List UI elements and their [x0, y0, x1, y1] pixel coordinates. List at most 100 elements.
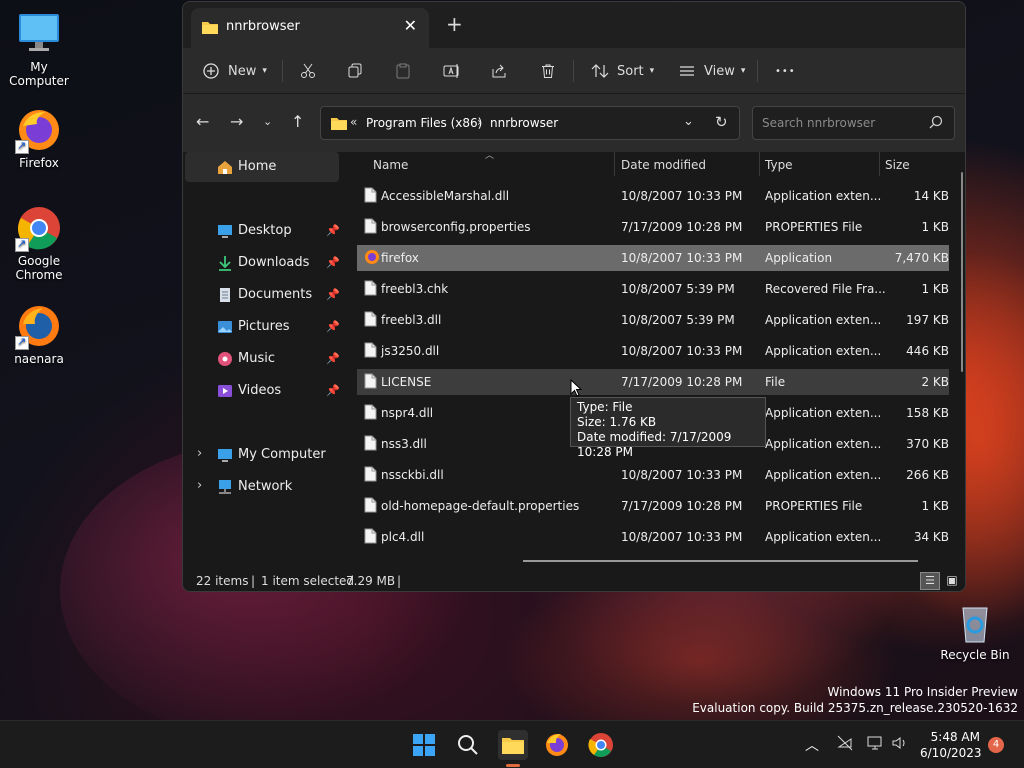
file-row[interactable]: nssckbi.dll 10/8/2007 10:33 PM Application…	[357, 462, 949, 488]
copy-icon	[347, 63, 363, 79]
details-view-icon[interactable]: ☰	[920, 572, 940, 590]
search-icon[interactable]	[929, 115, 943, 132]
file-name: plc4.dll	[381, 530, 425, 544]
file-explorer-taskbar-icon[interactable]	[498, 730, 528, 760]
file-row[interactable]: freebl3.dll 10/8/2007 5:39 PM Application …	[357, 307, 949, 333]
view-button[interactable]: View ▾	[679, 48, 745, 94]
file-row[interactable]: LICENSE 7/17/2009 10:28 PM File 2 KB	[357, 369, 949, 395]
column-header-size[interactable]: Size	[885, 152, 955, 176]
volume-icon[interactable]	[891, 734, 909, 755]
file-icon	[364, 187, 377, 203]
file-row[interactable]: AccessibleMarshal.dll 10/8/2007 10:33 PM A…	[357, 183, 949, 209]
column-header-label: Date modified	[621, 158, 707, 172]
file-name: nspr4.dll	[381, 406, 434, 420]
sidebar-item-documents[interactable]: Documents 📌	[185, 280, 340, 310]
file-row[interactable]: js3250.dll 10/8/2007 10:33 PM Application …	[357, 338, 949, 364]
pin-icon[interactable]: 📌	[326, 384, 340, 397]
sidebar-item-home[interactable]: Home	[185, 152, 339, 182]
column-header-type[interactable]: Type	[765, 152, 877, 176]
pin-icon[interactable]: 📌	[326, 320, 340, 333]
close-tab-icon[interactable]: ✕	[404, 16, 417, 35]
column-header-date[interactable]: Date modified	[621, 152, 757, 176]
file-row[interactable]: plc4.dll 10/8/2007 10:33 PM Application ex…	[357, 524, 949, 550]
shortcut-arrow-icon	[15, 139, 29, 154]
clock-time[interactable]: 5:48 AM	[930, 730, 980, 744]
sidebar-item-music[interactable]: Music 📌	[185, 344, 340, 374]
breadcrumb-item-current[interactable]: nnrbrowser	[490, 116, 558, 130]
chevron-right-icon[interactable]: ›	[197, 478, 202, 493]
delete-button[interactable]	[540, 48, 556, 94]
notification-badge[interactable]: 4	[988, 737, 1004, 753]
chevron-down-icon[interactable]: ⌄	[263, 115, 272, 128]
desktop-icon	[217, 223, 233, 239]
monitor-icon	[217, 447, 233, 463]
vertical-scrollbar[interactable]	[961, 172, 963, 372]
sidebar-item-videos[interactable]: Videos 📌	[185, 376, 340, 406]
sidebar-item-my-computer[interactable]: › My Computer	[185, 440, 339, 470]
file-size: 1 KB	[921, 499, 949, 513]
chevron-up-icon[interactable]: ︿	[805, 735, 819, 755]
copy-button[interactable]	[347, 48, 363, 94]
column-header-label: Type	[765, 158, 793, 172]
back-arrow-icon[interactable]: ←	[196, 112, 209, 131]
pin-icon[interactable]: 📌	[326, 288, 340, 301]
pin-icon[interactable]: 📌	[326, 224, 340, 237]
clock-date[interactable]: 6/10/2023	[920, 746, 982, 760]
column-divider[interactable]	[759, 152, 760, 176]
watermark-line: Evaluation copy. Build 25375.zn_release.…	[692, 701, 1018, 715]
display-icon[interactable]	[866, 734, 884, 755]
search-box[interactable]: Search nnrbrowser	[752, 106, 955, 140]
paste-button[interactable]	[395, 48, 411, 94]
column-header-name[interactable]: Name	[373, 152, 613, 176]
breadcrumb-overflow[interactable]: «	[350, 115, 357, 129]
sidebar-item-network[interactable]: › Network	[185, 472, 339, 502]
pin-icon[interactable]: 📌	[326, 352, 340, 365]
downloads-icon	[217, 255, 233, 271]
more-options-button[interactable]: •••	[775, 48, 796, 94]
file-row[interactable]: firefox 10/8/2007 10:33 PM Application 7,47…	[357, 245, 949, 271]
desktop-icon-firefox[interactable]: Firefox	[0, 106, 78, 170]
file-name: nssckbi.dll	[381, 468, 444, 482]
column-divider[interactable]	[879, 152, 880, 176]
file-size: 158 KB	[906, 406, 949, 420]
chevron-down-icon[interactable]: ⌄	[683, 114, 694, 129]
file-row[interactable]: freebl3.chk 10/8/2007 5:39 PM Recovered Fi…	[357, 276, 949, 302]
file-type: File	[765, 375, 786, 389]
new-button[interactable]: New ▾	[203, 48, 267, 94]
sidebar-item-downloads[interactable]: Downloads 📌	[185, 248, 340, 278]
address-bar[interactable]: « Program Files (x86) › nnrbrowser ⌄ ↻	[320, 106, 740, 140]
file-row[interactable]: browserconfig.properties 7/17/2009 10:28 …	[357, 214, 949, 240]
search-icon[interactable]	[454, 731, 482, 759]
tiles-view-icon[interactable]: ▣	[943, 572, 961, 590]
chevron-right-icon[interactable]: ›	[197, 446, 202, 461]
tab-nnrbrowser[interactable]: nnrbrowser ✕	[191, 8, 429, 48]
active-app-indicator	[506, 764, 520, 767]
start-button[interactable]	[410, 731, 438, 759]
file-row[interactable]: old-homepage-default.properties 7/17/2009…	[357, 493, 949, 519]
pin-icon[interactable]: 📌	[326, 256, 340, 269]
rename-button[interactable]	[443, 48, 461, 94]
sidebar-item-pictures[interactable]: Pictures 📌	[185, 312, 340, 342]
sidebar-item-label: Downloads	[238, 255, 310, 270]
sort-icon	[591, 63, 609, 79]
cut-button[interactable]	[300, 48, 316, 94]
desktop-icon-chrome[interactable]: Google Chrome	[0, 204, 78, 282]
horizontal-scrollbar[interactable]	[523, 560, 918, 562]
refresh-icon[interactable]: ↻	[715, 113, 728, 131]
sidebar-item-desktop[interactable]: Desktop 📌	[185, 216, 340, 246]
network-offline-icon[interactable]	[836, 734, 854, 755]
forward-arrow-icon[interactable]: →	[230, 112, 243, 131]
tooltip-line: Size: 1.76 KB	[577, 415, 657, 429]
toolbar-divider	[282, 60, 283, 82]
new-tab-icon[interactable]: +	[446, 12, 463, 36]
breadcrumb-item-program-files[interactable]: Program Files (x86)	[366, 116, 482, 130]
column-divider[interactable]	[614, 152, 615, 176]
desktop-icon-naenara[interactable]: naenara	[0, 302, 78, 366]
desktop-icon-recycle-bin[interactable]: Recycle Bin	[936, 598, 1014, 662]
up-arrow-icon[interactable]: ↑	[291, 112, 304, 131]
sort-button[interactable]: Sort ▾	[591, 48, 654, 94]
desktop-icon-my-computer[interactable]: My Computer	[0, 10, 78, 88]
chrome-icon[interactable]	[587, 731, 615, 759]
share-button[interactable]	[491, 48, 507, 94]
firefox-icon[interactable]	[543, 731, 571, 759]
